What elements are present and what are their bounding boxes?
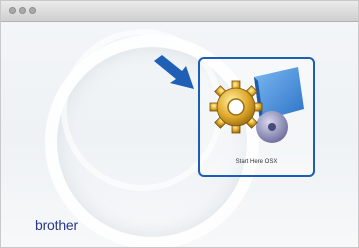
title-bar[interactable] [1, 1, 358, 22]
icon-caption: Start Here OSX [200, 148, 313, 167]
pointer-arrow-icon [154, 55, 194, 89]
minimize-window-button[interactable] [19, 7, 26, 14]
window-content: Start Here OSX brother [1, 21, 358, 247]
start-here-icon-tile[interactable]: Start Here OSX [198, 57, 315, 177]
brand-logo: brother [35, 217, 78, 233]
zoom-window-button[interactable] [29, 7, 36, 14]
icon-caption-text: Start Here OSX [235, 159, 278, 165]
installer-window: Start Here OSX brother [0, 0, 359, 248]
close-window-button[interactable] [9, 7, 16, 14]
installer-gear-icon [209, 67, 304, 143]
